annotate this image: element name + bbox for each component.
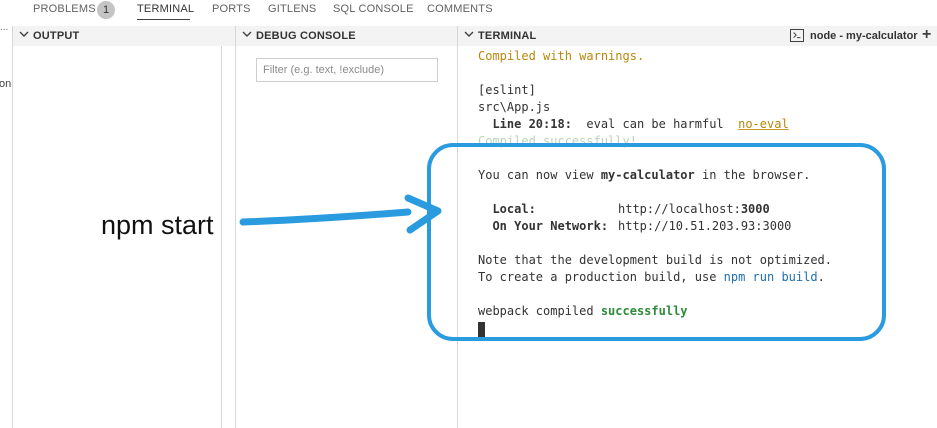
- left-side-panel-edge: ... on: [0, 22, 12, 428]
- chevron-down-icon: [242, 31, 252, 37]
- annotation-label: npm start: [101, 210, 214, 240]
- terminal-line-warnings: Compiled with warnings.: [478, 49, 645, 63]
- terminal-panel-title: TERMINAL: [478, 30, 537, 42]
- truncated-label: on: [0, 78, 12, 90]
- panel-tab-bar: PROBLEMS 1 TERMINAL PORTS GITLENS SQL CO…: [0, 0, 937, 22]
- overflow-ellipsis: ...: [0, 22, 9, 33]
- terminal-icon: [790, 29, 804, 42]
- divider-output-inner: [221, 26, 222, 428]
- divider-left: [12, 26, 13, 428]
- debug-filter-input[interactable]: [257, 59, 437, 81]
- new-terminal-icon[interactable]: +: [922, 26, 931, 44]
- annotation-highlight-box: [427, 143, 886, 341]
- tab-gitlens[interactable]: GITLENS: [268, 3, 316, 15]
- tab-comments[interactable]: COMMENTS: [427, 3, 493, 15]
- output-panel-header[interactable]: OUTPUT: [13, 26, 235, 46]
- divider-output-debug: [235, 26, 236, 428]
- problems-count-badge: 1: [97, 1, 115, 19]
- terminal-line-eslint: [eslint]: [478, 83, 536, 97]
- debug-console-panel-title: DEBUG CONSOLE: [256, 30, 356, 42]
- lint-rule-link[interactable]: no-eval: [738, 117, 789, 131]
- active-tab-indicator: [137, 19, 190, 20]
- terminal-line-lint-warning: Line 20:18: eval can be harmful no-eval: [478, 116, 789, 133]
- tab-problems[interactable]: PROBLEMS: [33, 3, 96, 15]
- terminal-task-label: node - my-calculator: [810, 30, 918, 42]
- tab-ports[interactable]: PORTS: [212, 3, 251, 15]
- debug-filter-box: [256, 58, 438, 82]
- chevron-down-icon: [19, 31, 29, 37]
- annotation-arrow-icon: [239, 194, 442, 234]
- terminal-line-file: src\App.js: [478, 100, 551, 114]
- chevron-down-icon: [464, 31, 474, 37]
- lint-location: Line 20:18:: [478, 117, 572, 131]
- tab-sql-console[interactable]: SQL CONSOLE: [333, 3, 414, 15]
- output-panel-title: OUTPUT: [33, 30, 80, 42]
- debug-console-panel-header[interactable]: DEBUG CONSOLE: [236, 26, 457, 46]
- lint-message: eval can be harmful: [571, 117, 739, 131]
- tab-terminal[interactable]: TERMINAL: [137, 3, 194, 15]
